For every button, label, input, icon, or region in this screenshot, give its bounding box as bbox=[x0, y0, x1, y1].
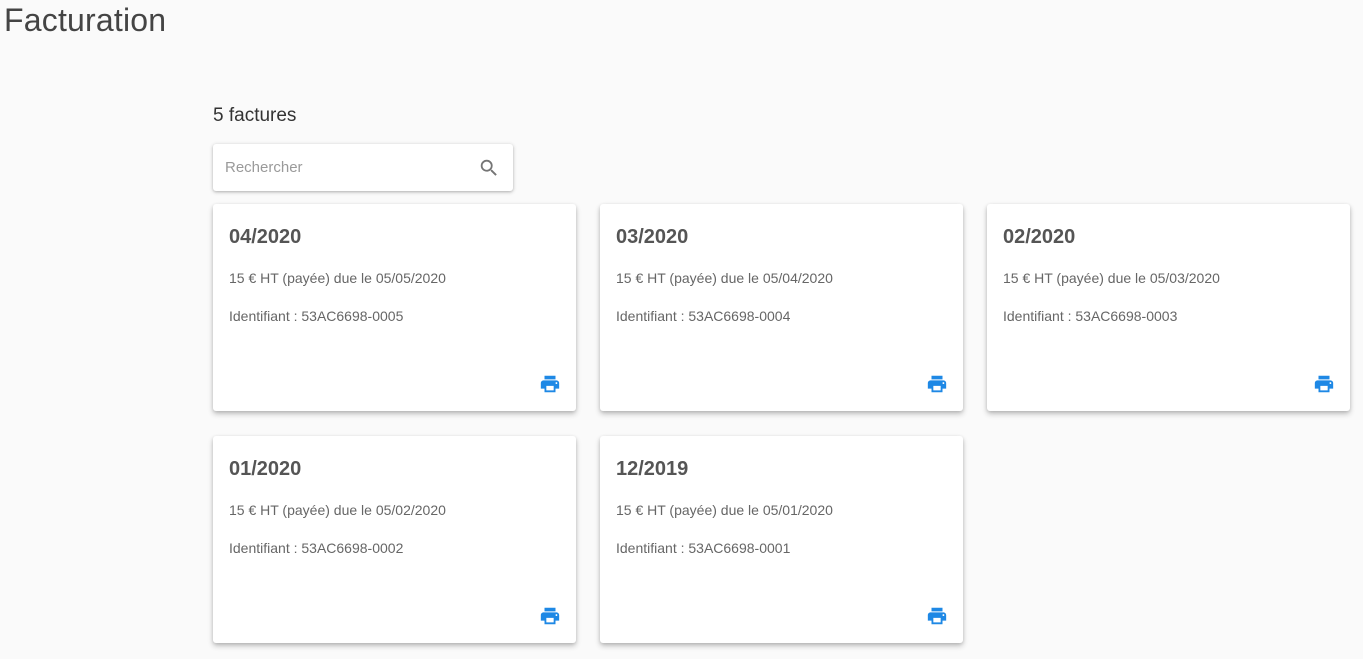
invoice-period: 02/2020 bbox=[1003, 226, 1076, 248]
search-box bbox=[213, 144, 513, 191]
invoice-card: 12/2019 15 € HT (payée) due le 05/01/202… bbox=[600, 436, 963, 643]
invoice-grid: 04/2020 15 € HT (payée) due le 05/05/202… bbox=[213, 204, 1350, 643]
invoice-id: Identifiant : 53AC6698-0003 bbox=[1003, 308, 1178, 324]
invoice-id: Identifiant : 53AC6698-0002 bbox=[229, 540, 404, 556]
invoice-period: 12/2019 bbox=[616, 458, 689, 480]
invoice-amount: 15 € HT (payée) due le 05/02/2020 bbox=[229, 502, 446, 518]
invoice-id: Identifiant : 53AC6698-0004 bbox=[616, 308, 791, 324]
invoice-card: 01/2020 15 € HT (payée) due le 05/02/202… bbox=[213, 436, 576, 643]
invoice-amount: 15 € HT (payée) due le 05/01/2020 bbox=[616, 502, 833, 518]
invoice-card: 04/2020 15 € HT (payée) due le 05/05/202… bbox=[213, 204, 576, 411]
print-icon[interactable] bbox=[926, 373, 948, 395]
invoice-period: 03/2020 bbox=[616, 226, 689, 248]
print-icon[interactable] bbox=[1313, 373, 1335, 395]
search-input[interactable] bbox=[225, 159, 477, 176]
print-icon[interactable] bbox=[539, 605, 561, 627]
invoice-amount: 15 € HT (payée) due le 05/05/2020 bbox=[229, 270, 446, 286]
invoice-amount: 15 € HT (payée) due le 05/03/2020 bbox=[1003, 270, 1220, 286]
invoice-count: 5 factures bbox=[213, 105, 297, 126]
invoice-id: Identifiant : 53AC6698-0005 bbox=[229, 308, 404, 324]
print-icon[interactable] bbox=[926, 605, 948, 627]
invoice-period: 01/2020 bbox=[229, 458, 302, 480]
invoice-amount: 15 € HT (payée) due le 05/04/2020 bbox=[616, 270, 833, 286]
invoice-card: 02/2020 15 € HT (payée) due le 05/03/202… bbox=[987, 204, 1350, 411]
print-icon[interactable] bbox=[539, 373, 561, 395]
invoice-id: Identifiant : 53AC6698-0001 bbox=[616, 540, 791, 556]
search-icon[interactable] bbox=[477, 156, 501, 180]
page-title: Facturation bbox=[4, 2, 167, 38]
invoice-period: 04/2020 bbox=[229, 226, 302, 248]
invoice-card: 03/2020 15 € HT (payée) due le 05/04/202… bbox=[600, 204, 963, 411]
